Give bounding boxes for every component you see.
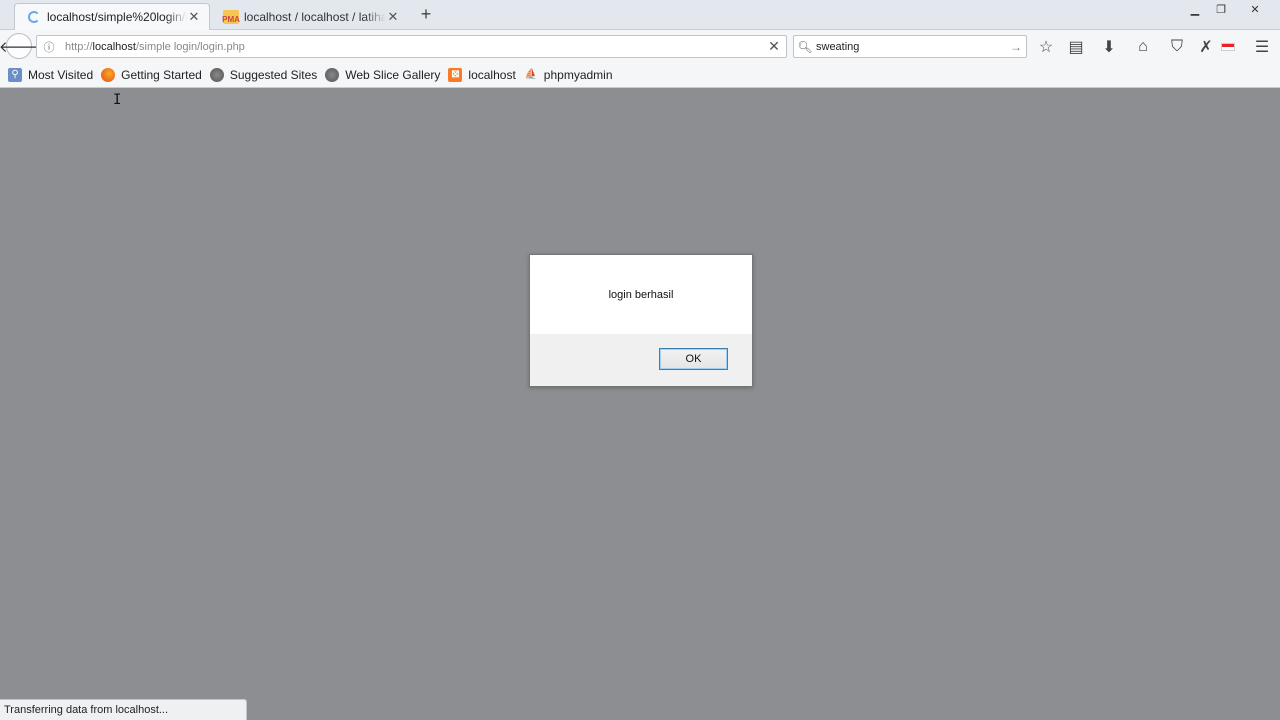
bookmark-label: Suggested Sites	[229, 67, 318, 82]
reading-list-icon[interactable]: ▤	[1064, 36, 1088, 58]
bookmark-label: Web Slice Gallery	[345, 67, 441, 82]
flag-icon[interactable]	[1216, 36, 1240, 58]
bookmark-label: phpmyadmin	[543, 67, 613, 82]
search-icon: 🔍︎	[797, 39, 813, 54]
alert-dialog: login berhasil OK	[529, 254, 753, 387]
tab-close-icon[interactable]: ✕	[187, 9, 201, 25]
downloads-icon[interactable]: ⬇	[1097, 36, 1121, 58]
navigation-toolbar: 🡐 ⓘ http://localhost/simple login/login.…	[0, 30, 1280, 62]
tab-close-icon[interactable]: ✕	[386, 9, 400, 25]
window-close-icon[interactable]: ✕	[1234, 0, 1276, 18]
site-info-icon[interactable]: ⓘ	[39, 39, 59, 55]
search-input[interactable]	[816, 40, 1006, 53]
restore-icon[interactable]: ❐	[1208, 0, 1234, 18]
ok-button[interactable]: OK	[659, 348, 728, 370]
menu-icon[interactable]: ☰	[1250, 36, 1274, 58]
bookmark-phpmyadmin[interactable]: ⛵ phpmyadmin	[524, 68, 613, 82]
url-host: localhost	[92, 40, 136, 53]
firefox-icon	[101, 67, 116, 82]
tab-title: localhost/simple%20login/lo	[47, 10, 187, 24]
window-controls: ▁ ❐ ✕	[1182, 0, 1276, 18]
globe-icon	[325, 67, 340, 82]
home-icon[interactable]: ⌂	[1131, 36, 1155, 58]
tab-strip: localhost/simple%20login/lo ✕ PMA localh…	[0, 0, 1280, 30]
url-prefix: http://	[65, 40, 93, 53]
url-text[interactable]: http://localhost/simple login/login.php	[59, 41, 762, 53]
loading-spinner-icon	[27, 10, 41, 24]
extension-x-icon[interactable]: ✗	[1194, 36, 1218, 58]
stop-icon[interactable]: ✕	[762, 38, 786, 55]
bookmark-most-visited[interactable]: ⚲ Most Visited	[8, 67, 94, 82]
new-tab-button[interactable]: +	[416, 4, 436, 25]
bookmark-getting-started[interactable]: Getting Started	[101, 67, 202, 82]
search-bar[interactable]: 🔍︎ →	[793, 35, 1027, 58]
bookmark-suggested-sites[interactable]: Suggested Sites	[209, 67, 318, 82]
bookmark-localhost[interactable]: ⊠ localhost	[448, 67, 516, 82]
phpmyadmin-icon: PMA	[222, 9, 240, 24]
bookmark-web-slice-gallery[interactable]: Web Slice Gallery	[325, 67, 441, 82]
most-visited-icon: ⚲	[8, 67, 22, 82]
page-content-overlay	[0, 89, 1280, 720]
pocket-icon[interactable]: ⛉	[1165, 36, 1189, 58]
tab-login[interactable]: localhost/simple%20login/lo ✕	[14, 3, 210, 30]
dialog-footer: OK	[530, 334, 752, 386]
bookmarks-toolbar: ⚲ Most Visited Getting Started Suggested …	[0, 62, 1280, 88]
dialog-message: login berhasil	[608, 289, 674, 301]
status-panel: Transferring data from localhost...	[0, 699, 247, 720]
phpmyadmin-icon: ⛵	[524, 69, 538, 80]
bookmark-label: Getting Started	[121, 67, 202, 82]
url-path: /simple login/login.php	[135, 40, 245, 53]
bookmark-star-icon[interactable]: ☆	[1034, 36, 1058, 58]
bookmark-label: Most Visited	[28, 67, 94, 82]
search-go-icon[interactable]: →	[1006, 40, 1026, 54]
globe-icon	[209, 67, 224, 82]
text-cursor-icon: I	[113, 92, 122, 108]
tab-title: localhost / localhost / latihan	[244, 9, 386, 24]
minimize-icon[interactable]: ▁	[1182, 0, 1208, 18]
bookmark-label: localhost	[468, 67, 516, 82]
back-arrow-icon: 🡐	[0, 38, 40, 56]
back-button[interactable]: 🡐	[0, 33, 39, 59]
tab-phpmyadmin[interactable]: PMA localhost / localhost / latihan ✕	[212, 3, 408, 30]
xampp-icon: ⊠	[448, 67, 463, 82]
url-bar[interactable]: ⓘ http://localhost/simple login/login.ph…	[36, 35, 787, 58]
